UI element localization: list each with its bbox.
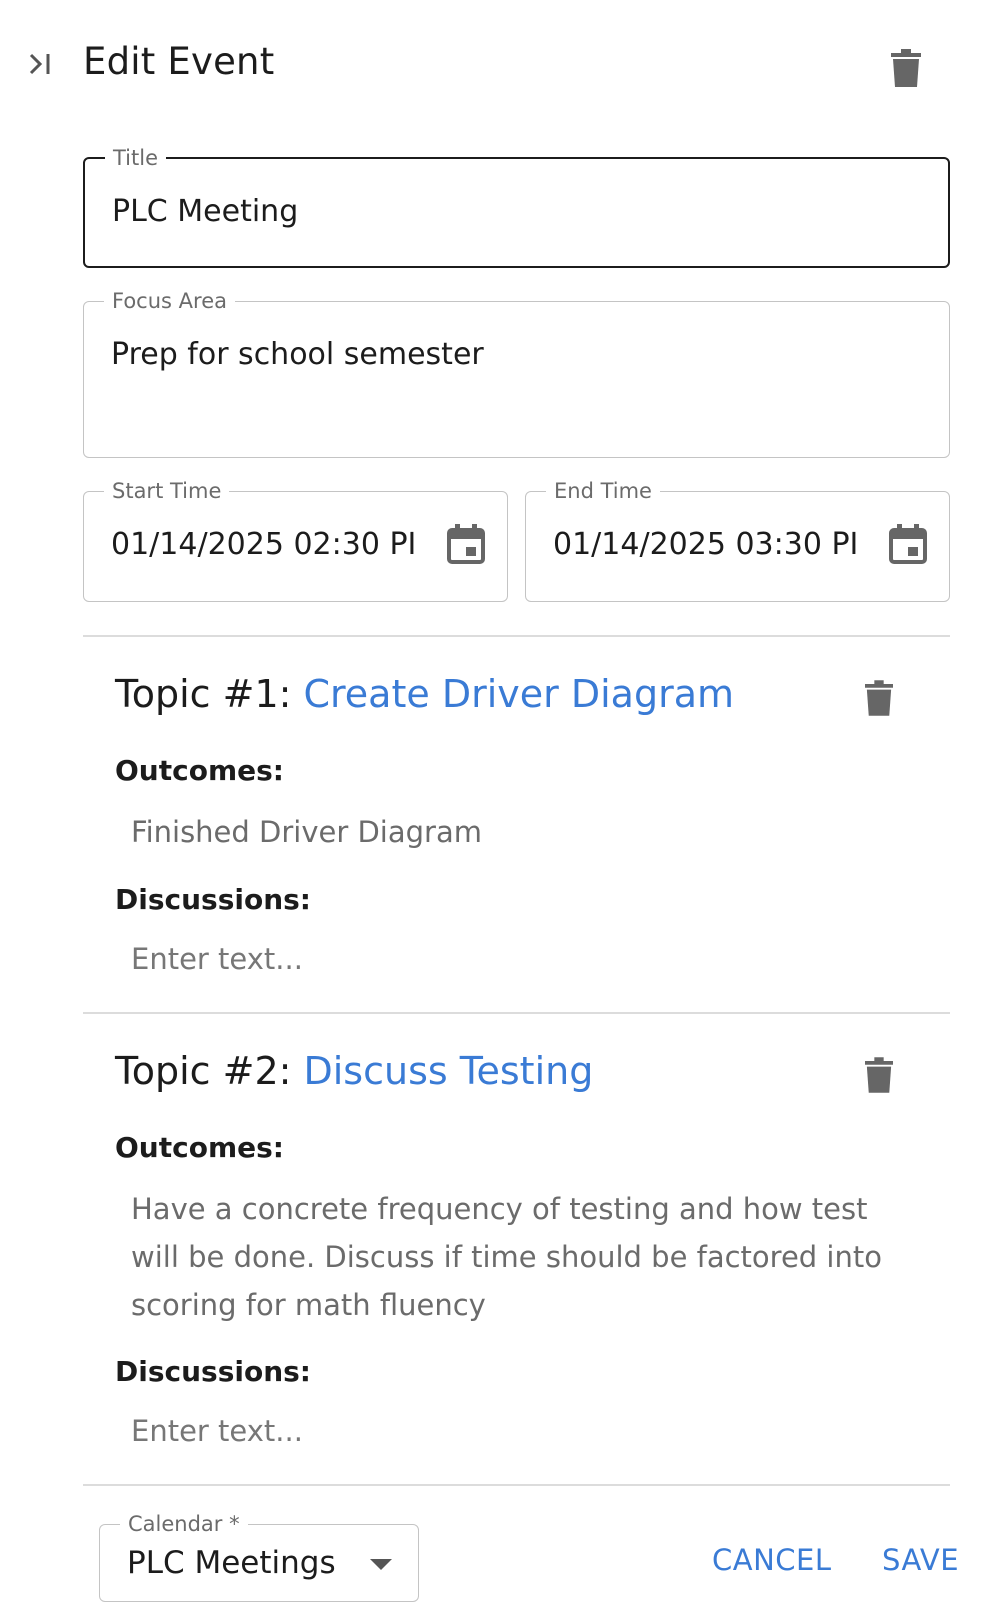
end-time-input[interactable]: 01/14/2025 03:30 PI (553, 527, 863, 562)
collapse-panel-button[interactable] (22, 46, 58, 82)
trash-icon (865, 1057, 893, 1093)
calendar-select-value: PLC Meetings (127, 1545, 336, 1581)
start-time-input[interactable]: 01/14/2025 02:30 PI (111, 527, 421, 562)
topic-2-outcomes-text[interactable]: Have a concrete frequency of testing and… (131, 1185, 891, 1329)
title-input[interactable]: PLC Meeting (112, 194, 298, 229)
cancel-button[interactable]: CANCEL (712, 1543, 832, 1577)
topic-1-outcomes-label: Outcomes: (115, 754, 284, 787)
title-field[interactable]: Title PLC Meeting (83, 145, 950, 268)
divider (83, 1484, 950, 1486)
delete-event-button[interactable] (886, 46, 926, 90)
focus-area-field[interactable]: Focus Area Prep for school semester (83, 288, 950, 458)
trash-icon (891, 49, 921, 87)
calendar-icon[interactable] (889, 524, 927, 564)
divider (83, 1012, 950, 1014)
delete-topic-1-button[interactable] (862, 678, 896, 718)
trash-icon (865, 680, 893, 716)
topic-1-heading: Topic #1: Create Driver Diagram (115, 672, 734, 716)
title-field-label: Title (105, 145, 167, 171)
save-button[interactable]: SAVE (882, 1543, 959, 1577)
calendar-select[interactable]: Calendar * PLC Meetings (99, 1511, 419, 1602)
start-time-field[interactable]: Start Time 01/14/2025 02:30 PI (83, 478, 508, 602)
topic-1-discussions-input[interactable]: Enter text... (131, 942, 891, 976)
topic-1-outcomes-text[interactable]: Finished Driver Diagram (131, 808, 891, 856)
focus-area-label: Focus Area (104, 288, 235, 314)
start-time-label: Start Time (104, 478, 230, 504)
topic-2-number: Topic #2: (115, 1049, 292, 1093)
edit-event-panel: Edit Event Title PLC Meeting Focus Area … (0, 0, 999, 1616)
divider (83, 635, 950, 637)
end-time-label: End Time (546, 478, 660, 504)
topic-2-outcomes-label: Outcomes: (115, 1131, 284, 1164)
end-time-field[interactable]: End Time 01/14/2025 03:30 PI (525, 478, 950, 602)
dropdown-arrow-icon (370, 1559, 392, 1570)
calendar-icon[interactable] (447, 524, 485, 564)
collapse-right-icon (29, 53, 50, 75)
topic-1-number: Topic #1: (115, 672, 292, 716)
topic-2-name-link[interactable]: Discuss Testing (303, 1049, 593, 1093)
delete-topic-2-button[interactable] (862, 1055, 896, 1095)
topic-2-discussions-label: Discussions: (115, 1355, 311, 1388)
page-title: Edit Event (83, 40, 275, 83)
calendar-select-label: Calendar * (120, 1511, 248, 1537)
topic-1-discussions-label: Discussions: (115, 883, 311, 916)
topic-2-discussions-input[interactable]: Enter text... (131, 1414, 891, 1448)
focus-area-input[interactable]: Prep for school semester (111, 337, 484, 372)
topic-1-name-link[interactable]: Create Driver Diagram (303, 672, 734, 716)
topic-2-heading: Topic #2: Discuss Testing (115, 1049, 593, 1093)
